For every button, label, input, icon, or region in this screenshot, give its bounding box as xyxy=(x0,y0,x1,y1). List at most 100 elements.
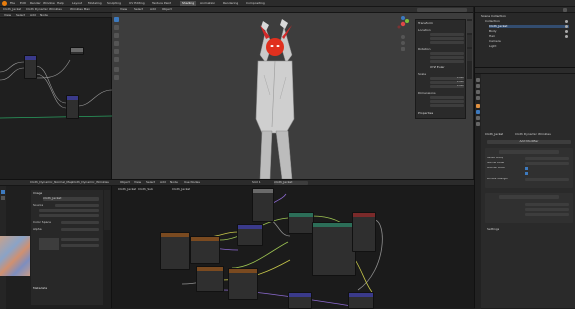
image-source-field[interactable] xyxy=(55,204,99,207)
image-editor-tab-wrinkles[interactable]: Cloth_Dynamic_Wrinkles xyxy=(72,181,109,184)
object-tab-icon[interactable] xyxy=(476,104,480,108)
scale-z-field[interactable]: 1.000 xyxy=(430,85,464,88)
visibility-eye-icon[interactable] xyxy=(565,35,568,38)
material-tab-icon[interactable] xyxy=(476,122,480,126)
node-math-d[interactable] xyxy=(348,292,374,309)
cursor-tool-icon[interactable] xyxy=(114,25,119,30)
character-model[interactable] xyxy=(236,15,316,179)
output-tab-icon[interactable] xyxy=(476,90,480,94)
menu-render[interactable]: Render xyxy=(30,2,41,5)
outliner-item-cloth-jacket[interactable]: Cloth_Jacket xyxy=(489,25,569,28)
outliner-filter-icon[interactable] xyxy=(563,8,567,12)
scale-tool-icon[interactable] xyxy=(114,49,119,54)
scale-x-field[interactable]: 1.000 xyxy=(430,77,464,80)
rotation-x-field[interactable] xyxy=(430,52,464,55)
tab-wrinkles-max[interactable]: Wrinkles Max xyxy=(70,8,90,11)
move-tool-icon[interactable] xyxy=(114,33,119,38)
scene-tab-icon[interactable] xyxy=(476,96,480,100)
image-sidebar[interactable]: Image Cloth_Jacket Source Color Space Al… xyxy=(31,190,103,305)
rotation-z-field[interactable] xyxy=(430,60,464,63)
node-texture-b[interactable] xyxy=(190,236,220,264)
n-panel-transform-header[interactable]: Transform xyxy=(418,22,433,25)
node-group-top[interactable] xyxy=(252,188,274,222)
modifier-panel-2[interactable] xyxy=(485,193,573,223)
node-texture-d[interactable] xyxy=(228,268,258,300)
workspace-tab-layout[interactable]: Layout xyxy=(72,2,82,5)
workspace-tab-uv[interactable]: UV Editing xyxy=(129,2,145,5)
pan-icon[interactable] xyxy=(401,41,405,45)
node-shader-mix[interactable] xyxy=(288,212,314,234)
n-panel[interactable]: Transform Location Rotation XYZ Euler Sc… xyxy=(415,19,466,119)
workspace-tab-shading[interactable]: Shading xyxy=(180,1,197,6)
render-tab-icon[interactable] xyxy=(476,84,480,88)
workspace-tab-rendering[interactable]: Rendering xyxy=(223,2,238,5)
measure-tool-icon[interactable] xyxy=(114,75,119,80)
outliner[interactable]: Scene Collection Collection Cloth_Jacket… xyxy=(474,7,575,67)
mode-checkbox[interactable] xyxy=(525,167,528,170)
workspace-tab-texture[interactable]: Texture Paint xyxy=(152,2,171,5)
node-texture-c[interactable] xyxy=(196,266,224,292)
modifier2-field-b[interactable] xyxy=(525,208,569,211)
viewport-menu-add[interactable]: Add xyxy=(150,8,156,11)
image-sidebar-image-header[interactable]: Image xyxy=(33,192,42,195)
properties-editor[interactable]: Cloth_Jacket Cloth Dynamic Wrinkles Add … xyxy=(474,67,575,309)
menu-window[interactable]: Window xyxy=(43,2,55,5)
image-info-field[interactable] xyxy=(39,214,99,217)
menu-view[interactable]: View xyxy=(4,14,11,17)
menu-help[interactable]: Help xyxy=(57,2,64,5)
location-y-field[interactable] xyxy=(430,37,464,40)
visibility-eye-icon[interactable] xyxy=(565,30,568,33)
outliner-item-light[interactable]: Light xyxy=(489,45,497,48)
menu-file[interactable]: File xyxy=(10,2,15,5)
menu-node[interactable]: Node xyxy=(40,14,48,17)
n-panel-tab-item[interactable] xyxy=(467,21,472,33)
modifier2-name-field[interactable] xyxy=(499,195,559,199)
modifier2-field-c[interactable] xyxy=(525,213,569,216)
modifier2-field-a[interactable] xyxy=(525,203,569,206)
image-row-a[interactable] xyxy=(61,238,99,241)
location-z-field[interactable] xyxy=(430,41,464,44)
modifier-tab-icon[interactable] xyxy=(476,110,480,114)
image-row-b[interactable] xyxy=(61,244,99,247)
modifier-name-field[interactable] xyxy=(499,150,559,154)
n-panel-properties-header[interactable]: Properties xyxy=(418,112,433,115)
outliner-scene-collection[interactable]: Scene Collection xyxy=(481,15,506,18)
shader-editor[interactable]: Object View Select Add Node Use Nodes Sl… xyxy=(112,179,474,309)
workspace-tab-animation[interactable]: Animation xyxy=(200,2,215,5)
rotation-y-field[interactable] xyxy=(430,56,464,59)
tab-cloth-dynamic[interactable]: Cloth Dynamic Wrinkles xyxy=(26,8,62,11)
zoom-icon[interactable] xyxy=(401,35,405,39)
menu-edit[interactable]: Edit xyxy=(20,2,26,5)
image-editor-tab-normal[interactable]: Cloth_Dynamic_Normal_Map xyxy=(30,181,73,184)
image-filepath-field[interactable] xyxy=(39,209,99,212)
menu-select[interactable]: Select xyxy=(16,14,25,17)
workspace-tab-sculpting[interactable]: Sculpting xyxy=(107,2,121,5)
node-texture-a[interactable] xyxy=(160,232,190,270)
navigation-gizmo-icon[interactable] xyxy=(394,15,412,33)
select-tool-icon[interactable] xyxy=(114,17,119,22)
add-modifier-button[interactable]: Add Modifier xyxy=(487,140,571,144)
image-alpha-field[interactable] xyxy=(61,228,99,231)
shading-mode-icons[interactable] xyxy=(417,8,467,12)
node-group-big[interactable] xyxy=(312,222,356,276)
mode-checkbox[interactable] xyxy=(525,172,528,175)
tab-cloth-jacket[interactable]: Cloth_Jacket xyxy=(3,8,21,11)
n-panel-tab-tool[interactable] xyxy=(467,35,472,47)
visibility-eye-icon[interactable] xyxy=(565,25,568,28)
location-x-field[interactable] xyxy=(430,33,464,36)
node-editor-top-left[interactable]: Cloth_Jacket Cloth Dynamic Wrinkles Wrin… xyxy=(0,7,112,179)
viewport-menu-select[interactable]: Select xyxy=(134,8,143,11)
settings-section-header[interactable]: Settings xyxy=(487,228,499,231)
node-math-b[interactable] xyxy=(66,95,79,119)
camera-view-icon[interactable] xyxy=(401,47,405,51)
rotation-mode-select[interactable]: XYZ Euler xyxy=(430,66,445,69)
n-panel-tab-view[interactable] xyxy=(467,49,472,61)
image-colorspace-field[interactable] xyxy=(61,221,99,224)
workspace-tab-modeling[interactable]: Modeling xyxy=(88,2,102,5)
outliner-item-camera[interactable]: Camera xyxy=(489,40,501,43)
outliner-item-collection[interactable]: Collection xyxy=(485,20,500,23)
dimension-y-field[interactable] xyxy=(430,100,464,103)
dimension-z-field[interactable] xyxy=(430,104,464,107)
properties-modifier-tab[interactable]: Cloth Dynamic Wrinkles xyxy=(515,133,551,136)
outliner-item-body[interactable]: Body xyxy=(489,30,497,33)
